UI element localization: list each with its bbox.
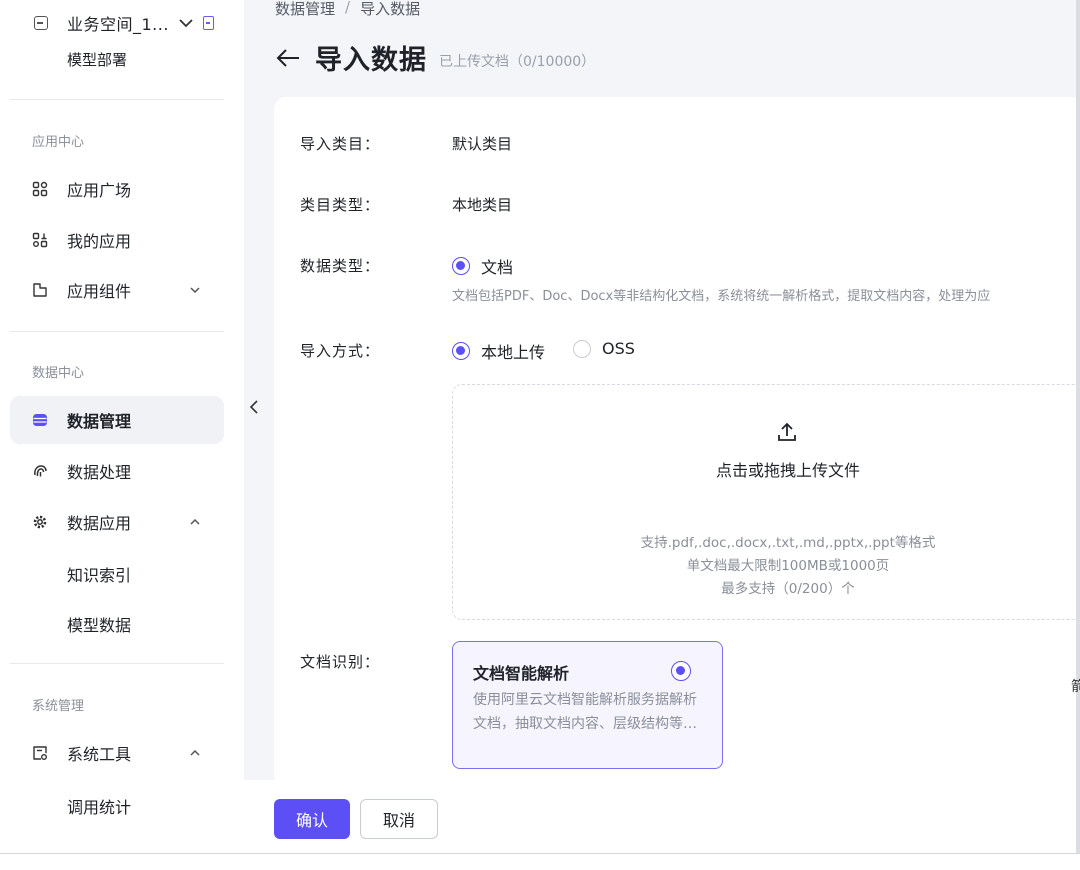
sidebar-item-model-data[interactable]: 模型数据 — [67, 612, 131, 636]
upload-count-limit: 最多支持（0/200）个 — [721, 581, 855, 597]
breadcrumb: 数据管理 / 导入数据 — [275, 0, 420, 19]
toolbox-icon — [32, 745, 48, 761]
category-type-label: 类目类型： — [300, 196, 381, 214]
doc-recognition-label: 文档识别： — [300, 653, 381, 671]
sidebar-item-call-stats[interactable]: 调用统计 — [67, 794, 131, 818]
sidebar-item-app-components[interactable]: 应用组件 — [10, 266, 224, 314]
sidebar-item-label: 应用广场 — [67, 181, 132, 200]
cancel-button[interactable]: 取消 — [360, 799, 438, 839]
main-content: 数据管理 / 导入数据 导入数据 已上传文档（0/10000） 导入类目： 默认… — [244, 0, 1080, 787]
scrollbar[interactable] — [1076, 0, 1080, 853]
divider — [10, 99, 224, 100]
workspace-icon — [34, 16, 48, 30]
sidebar-item-knowledge-index[interactable]: 知识索引 — [67, 562, 131, 586]
edge-text: 箭 — [1071, 679, 1080, 695]
page-title: 导入数据 — [315, 45, 427, 76]
chevron-left-icon — [248, 399, 260, 419]
chevron-down-icon[interactable] — [188, 282, 202, 296]
upload-title: 点击或拖拽上传文件 — [715, 461, 860, 480]
sidebar-item-label: 我的应用 — [67, 232, 132, 251]
page-header: 导入数据 已上传文档（0/10000） — [275, 38, 595, 77]
database-icon — [32, 412, 48, 428]
sidebar-item-system-tools[interactable]: 系统工具 — [10, 729, 224, 777]
group-title-data-center: 数据中心 — [32, 366, 85, 381]
radio-label: 文档 — [481, 258, 514, 277]
sidebar-item-app-square[interactable]: 应用广场 — [10, 165, 224, 213]
sidebar-item-model-deploy[interactable]: 模型部署 — [67, 49, 127, 70]
sidebar-item-label: 应用组件 — [67, 282, 132, 301]
fingerprint-icon — [32, 463, 48, 479]
radio-label: 本地上传 — [481, 343, 546, 362]
radio-selected-icon[interactable] — [671, 661, 691, 681]
chevron-up-icon[interactable] — [188, 745, 202, 759]
option-smart-parse[interactable]: 文档智能解析 使用阿里云文档智能解析服务据解析文档，抽取文档内容、层级结构等信息 — [452, 641, 723, 769]
component-icon — [32, 282, 48, 298]
sidebar-item-data-manage[interactable]: 数据管理 — [10, 396, 224, 444]
breadcrumb-item-import-data: 导入数据 — [360, 0, 421, 18]
radio-local-upload[interactable]: 本地上传 — [452, 339, 545, 363]
user-apps-icon — [32, 232, 48, 248]
import-method-label: 导入方式： — [300, 342, 381, 360]
radio-selected-icon — [452, 257, 470, 275]
data-type-label: 数据类型： — [300, 257, 381, 275]
sidebar-item-my-apps[interactable]: 我的应用 — [10, 216, 224, 264]
confirm-button[interactable]: 确认 — [274, 799, 350, 839]
data-type-hint: 文档包括PDF、Doc、Docx等非结构化文档，系统将统一解析格式，提取文档内容… — [452, 289, 991, 304]
chevron-down-icon[interactable] — [177, 14, 195, 32]
form-footer: 确认 取消 — [244, 780, 1080, 853]
workspace-selector[interactable]: 业务空间_1... — [34, 12, 234, 34]
breadcrumb-separator: / — [345, 0, 351, 16]
upload-formats: 支持.pdf,.doc,.docx,.txt,.md,.pptx,.ppt等格式 — [640, 535, 936, 551]
gear-icon — [32, 514, 48, 530]
radio-label: OSS — [602, 339, 635, 358]
radio-oss[interactable]: OSS — [573, 339, 635, 358]
divider — [10, 331, 224, 332]
grid-icon — [32, 181, 48, 197]
document-icon[interactable] — [202, 16, 214, 30]
sidebar-item-label: 数据处理 — [67, 463, 132, 482]
radio-data-type-document[interactable]: 文档 — [452, 254, 513, 278]
upload-dropzone[interactable]: 点击或拖拽上传文件 支持.pdf,.doc,.docx,.txt,.md,.pp… — [452, 384, 1080, 620]
arrow-left-icon[interactable] — [275, 47, 301, 69]
import-form-card: 导入类目： 默认类目 类目类型： 本地类目 数据类型： 文档 文档包括PDF、D… — [274, 97, 1080, 787]
workspace-name: 业务空间_1... — [67, 15, 169, 34]
sidebar-collapse-toggle[interactable] — [244, 390, 264, 428]
upload-count: 已上传文档（0/10000） — [439, 53, 596, 70]
sidebar-item-data-app[interactable]: 数据应用 — [10, 498, 224, 546]
radio-unselected-icon — [573, 339, 591, 358]
group-title-app-center: 应用中心 — [32, 135, 85, 150]
option-title: 文档智能解析 — [473, 664, 570, 683]
breadcrumb-item-data-manage[interactable]: 数据管理 — [275, 0, 335, 19]
category-type-value: 本地类目 — [452, 196, 513, 214]
sidebar-item-label: 系统工具 — [67, 745, 132, 764]
upload-icon — [776, 421, 798, 443]
sidebar-item-label: 数据应用 — [67, 514, 132, 533]
import-category-label: 导入类目： — [300, 135, 381, 153]
sidebar: 业务空间_1... 模型部署 应用中心 应用广场 我的应用 应用组件 数据中心 — [0, 0, 244, 853]
chevron-up-icon[interactable] — [188, 514, 202, 528]
divider — [0, 853, 1080, 854]
option-description: 使用阿里云文档智能解析服务据解析文档，抽取文档内容、层级结构等信息 — [473, 692, 697, 732]
upload-size-limit: 单文档最大限制100MB或1000页 — [686, 558, 890, 574]
sidebar-item-data-process[interactable]: 数据处理 — [10, 447, 224, 495]
group-title-system-manage: 系统管理 — [32, 699, 85, 714]
radio-selected-icon — [452, 342, 470, 360]
import-category-value: 默认类目 — [452, 135, 513, 153]
divider — [10, 663, 224, 664]
sidebar-item-label: 数据管理 — [67, 412, 132, 431]
